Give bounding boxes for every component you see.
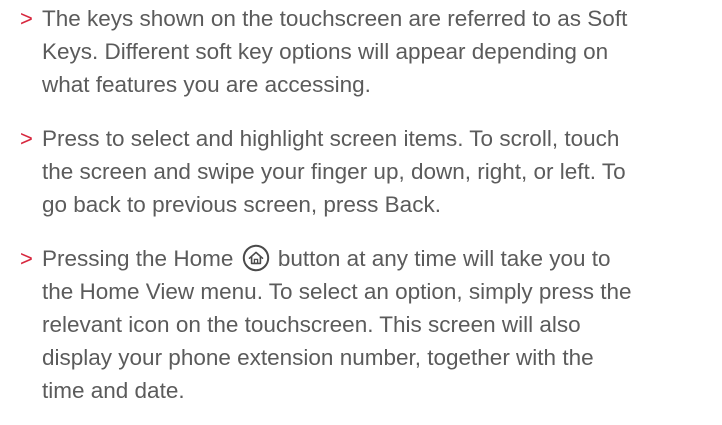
- text-line: time and date.: [42, 378, 185, 403]
- text-fragment: Pressing the Home: [42, 246, 234, 271]
- list-item-text: Pressing the Home button at any time wil…: [42, 242, 720, 407]
- text-line: the Home View menu. To select an option,…: [42, 279, 632, 304]
- text-line: Keys. Different soft key options will ap…: [42, 39, 609, 64]
- text-line: what features you are accessing.: [42, 72, 371, 97]
- text-line: display your phone extension number, tog…: [42, 345, 594, 370]
- list-item-text: The keys shown on the touchscreen are re…: [42, 2, 720, 101]
- bullet-arrow: >: [20, 126, 33, 151]
- list-item: > The keys shown on the touchscreen are …: [20, 2, 720, 101]
- text-line: The keys shown on the touchscreen are re…: [42, 6, 628, 31]
- list-item: > Press to select and highlight screen i…: [20, 122, 720, 221]
- list-item: > Pressing the Home button at any time w…: [20, 242, 720, 407]
- list-item-text: Press to select and highlight screen ite…: [42, 122, 720, 221]
- text-line: Press to select and highlight screen ite…: [42, 126, 620, 151]
- text-line: Pressing the Home button at any time wil…: [42, 242, 720, 275]
- text-line: the screen and swipe your finger up, dow…: [42, 159, 626, 184]
- text-fragment: button at any time will take you to: [277, 246, 611, 271]
- home-icon: [242, 244, 270, 272]
- text-line: relevant icon on the touchscreen. This s…: [42, 312, 581, 337]
- bullet-arrow: >: [20, 6, 33, 31]
- bullet-arrow: >: [20, 246, 33, 271]
- text-line: go back to previous screen, press Back.: [42, 192, 441, 217]
